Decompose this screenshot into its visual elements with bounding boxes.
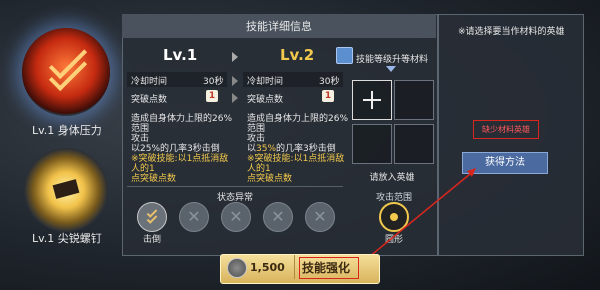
skill-label-body-pressure: Lv.1 身体压力 <box>32 124 102 137</box>
skill-icon-body-pressure[interactable] <box>22 28 110 116</box>
cooldown-next: 30秒 <box>319 77 340 87</box>
status-knockdown-label: 击倒 <box>142 235 161 245</box>
coin-icon <box>227 258 247 278</box>
add-hero-label: 请放入英雄 <box>369 173 415 183</box>
description-current: 造成自身体力上限的26%范围 攻击 以25%的几率3秒击倒 ※突破技能:以1点抵… <box>131 114 233 184</box>
material-slot[interactable] <box>352 124 392 164</box>
material-slot[interactable] <box>394 80 434 120</box>
arrow-right-icon <box>232 52 238 62</box>
break-points-label-next: 突破点数 <box>247 95 284 105</box>
attack-range-label: 圆形 <box>384 235 403 245</box>
material-slot[interactable] <box>394 124 434 164</box>
break-points-label: 突破点数 <box>131 95 168 105</box>
screw-icon <box>52 179 80 199</box>
break-points-next: 1 <box>322 90 334 102</box>
get-method-button[interactable]: 获得方法 <box>462 152 548 174</box>
panel-title: 技能详细信息 <box>246 20 312 33</box>
status-empty-icon: ✕ <box>221 202 251 232</box>
break-points-current: 1 <box>206 90 218 102</box>
lack-material-text: 缺少材料英雄 <box>473 120 539 139</box>
status-empty-icon: ✕ <box>179 202 209 232</box>
status-empty-icon: ✕ <box>305 202 335 232</box>
chevron-down-icon <box>386 66 396 72</box>
skill-icon-sharp-screw[interactable] <box>24 148 108 232</box>
cooldown-label-next: 冷却时间 <box>247 77 284 87</box>
material-slot-add[interactable] <box>352 80 392 120</box>
cooldown-current: 30秒 <box>203 77 224 87</box>
strengthen-label: 技能强化 <box>302 261 351 275</box>
materials-title: 技能等级升等材料 <box>355 55 428 65</box>
material-hint: ※请选择要当作材料的英雄 <box>458 27 565 37</box>
current-level: Lv.1 <box>163 46 198 64</box>
description-next: 造成自身体力上限的26%范围 攻击 以35%的几率3秒击倒 ※突破技能:以1点抵… <box>247 114 349 184</box>
status-knockdown-icon[interactable] <box>137 202 167 232</box>
strengthen-cost: 1,500 <box>250 261 285 274</box>
cooldown-label: 冷却时间 <box>131 77 168 87</box>
skill-label-sharp-screw: Lv.1 尖锐螺钉 <box>32 232 102 245</box>
arrow-right-icon <box>232 93 238 103</box>
circle-range-icon <box>379 202 409 232</box>
status-empty-icon: ✕ <box>263 202 293 232</box>
next-level: Lv.2 <box>280 46 315 64</box>
arrow-right-icon <box>232 76 238 86</box>
